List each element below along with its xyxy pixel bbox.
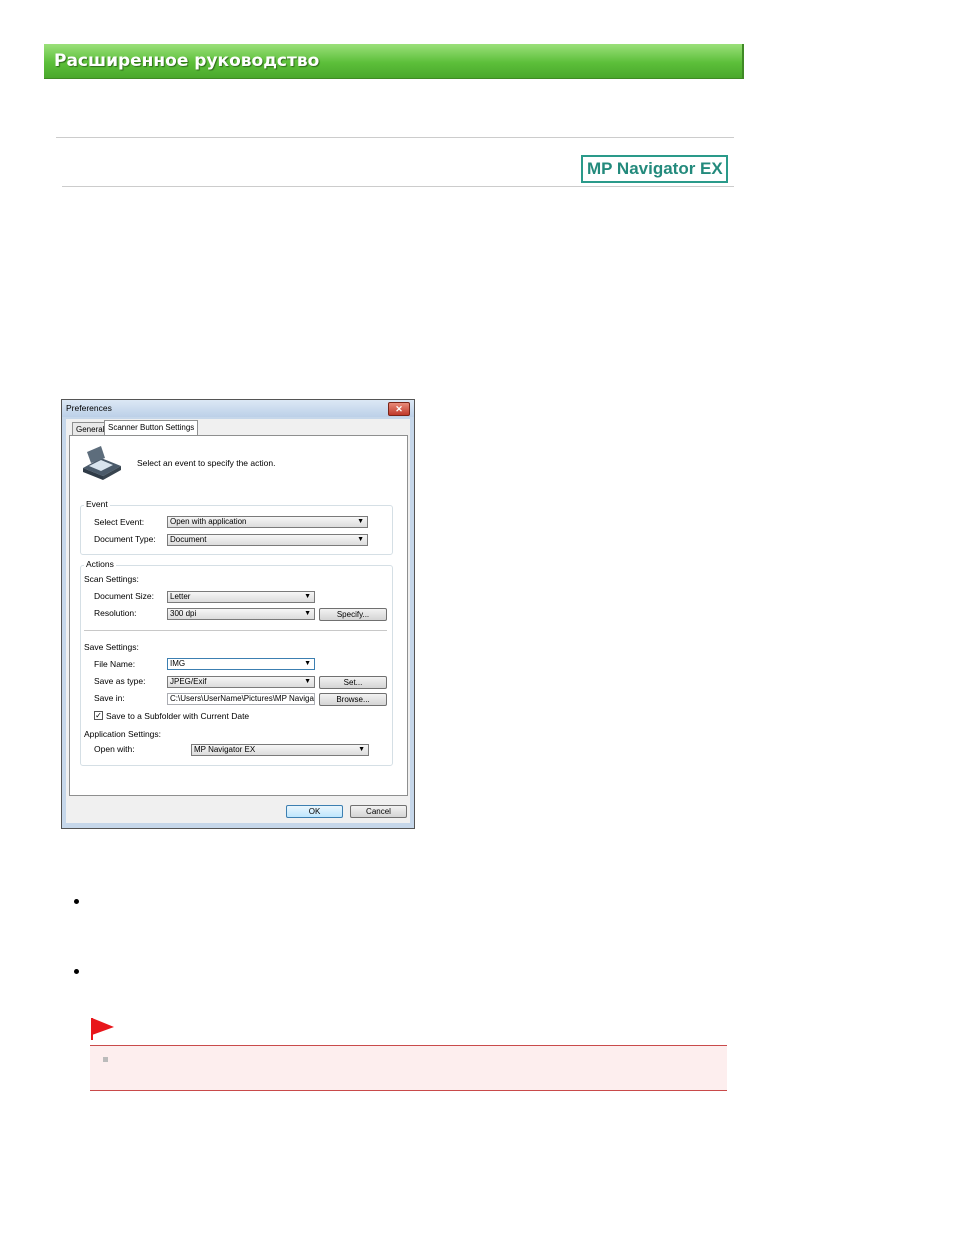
subfolder-checkbox[interactable]: ✓: [94, 711, 103, 720]
ok-button[interactable]: OK: [286, 805, 343, 818]
dialog-titlebar: Preferences ✕: [62, 400, 414, 417]
chevron-down-icon: ▼: [357, 518, 364, 525]
select-event-label: Select Event:: [94, 517, 145, 527]
save-in-label: Save in:: [94, 693, 125, 703]
resolution-label: Resolution:: [94, 608, 137, 618]
save-settings-label: Save Settings:: [84, 642, 139, 652]
chevron-down-icon: ▼: [304, 610, 311, 617]
browse-button[interactable]: Browse...: [319, 693, 387, 706]
select-event-dropdown[interactable]: Open with application ▼: [167, 516, 368, 528]
cancel-button[interactable]: Cancel: [350, 805, 407, 818]
save-as-type-value: JPEG/Exif: [170, 677, 207, 686]
tab-scanner-button-settings[interactable]: Scanner Button Settings: [104, 420, 199, 436]
file-name-value: IMG: [170, 659, 186, 668]
save-as-type-dropdown[interactable]: JPEG/Exif ▼: [167, 676, 315, 688]
bullet-icon: [74, 969, 79, 974]
chevron-down-icon: ▼: [304, 678, 311, 685]
specify-button[interactable]: Specify...: [319, 608, 387, 621]
application-settings-label: Application Settings:: [84, 729, 162, 739]
document-size-dropdown[interactable]: Letter ▼: [167, 591, 315, 603]
product-badge: MP Navigator EX: [581, 155, 728, 183]
close-icon[interactable]: ✕: [388, 402, 410, 416]
intro-text: Select an event to specify the action.: [137, 458, 276, 468]
document-type-dropdown[interactable]: Document ▼: [167, 534, 368, 546]
header-banner: Расширенное руководство: [44, 44, 744, 79]
scanner-icon: [83, 446, 121, 480]
save-as-type-label: Save as type:: [94, 676, 146, 686]
chevron-down-icon: ▼: [304, 660, 311, 667]
banner-title: Расширенное руководство: [54, 51, 320, 71]
dialog-body: General Scanner Button Settings Select a…: [66, 419, 410, 823]
resolution-dropdown[interactable]: 300 dpi ▼: [167, 608, 315, 620]
tab-panel: Select an event to specify the action. E…: [69, 435, 408, 796]
bullet-icon: [74, 899, 79, 904]
event-group-label: Event: [84, 499, 110, 509]
preferences-dialog: Preferences ✕ General Scanner Button Set…: [61, 399, 415, 829]
event-group: [80, 505, 393, 555]
divider-bottom: [62, 186, 734, 187]
note-bullet-icon: [103, 1057, 108, 1062]
open-with-label: Open with:: [94, 744, 135, 754]
tab-general[interactable]: General: [72, 422, 109, 435]
divider-top: [56, 137, 734, 138]
resolution-value: 300 dpi: [170, 609, 197, 618]
document-size-value: Letter: [170, 592, 191, 601]
select-event-value: Open with application: [170, 517, 247, 526]
set-button[interactable]: Set...: [319, 676, 387, 689]
open-with-value: MP Navigator EX: [194, 745, 256, 754]
save-in-field[interactable]: C:\Users\UserName\Pictures\MP Navigato: [167, 693, 315, 705]
actions-group-label: Actions: [84, 559, 116, 569]
dialog-title: Preferences: [66, 403, 112, 413]
product-badge-label: MP Navigator EX: [587, 159, 723, 178]
file-name-combobox[interactable]: IMG ▼: [167, 658, 315, 670]
actions-separator: [84, 630, 387, 631]
document-type-value: Document: [170, 535, 207, 544]
file-name-label: File Name:: [94, 659, 136, 669]
subfolder-checkbox-label: Save to a Subfolder with Current Date: [106, 711, 250, 721]
chevron-down-icon: ▼: [358, 746, 365, 753]
document-type-label: Document Type:: [94, 534, 156, 544]
scan-settings-label: Scan Settings:: [84, 574, 139, 584]
chevron-down-icon: ▼: [304, 593, 311, 600]
chevron-down-icon: ▼: [357, 536, 364, 543]
open-with-dropdown[interactable]: MP Navigator EX ▼: [191, 744, 369, 756]
important-flag-icon: [91, 1018, 114, 1040]
document-size-label: Document Size:: [94, 591, 154, 601]
important-note-box: [90, 1045, 727, 1091]
